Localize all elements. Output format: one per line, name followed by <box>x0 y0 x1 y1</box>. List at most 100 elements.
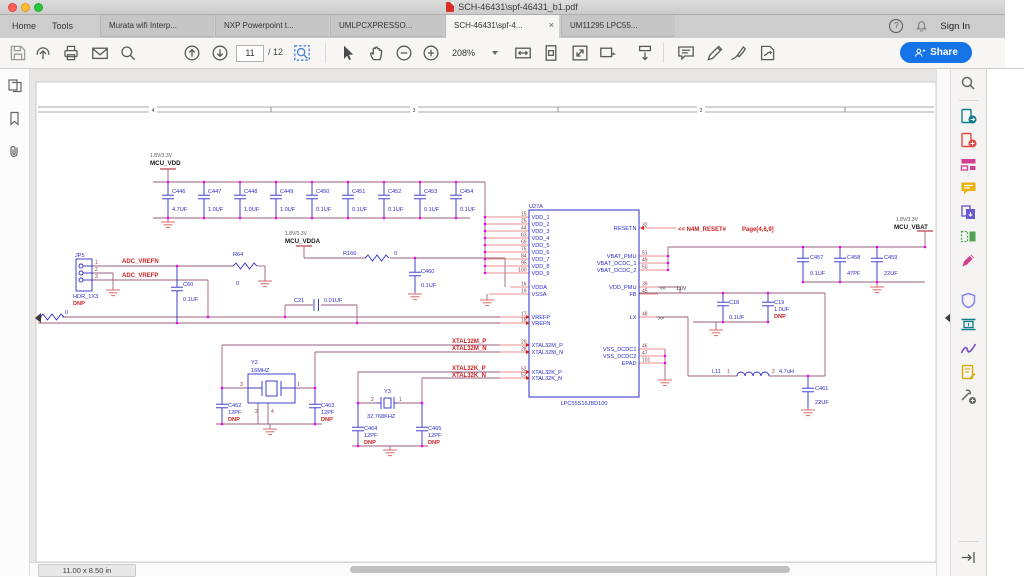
tools-sidebar <box>950 68 986 576</box>
zoom-in-icon[interactable] <box>422 44 440 62</box>
attachments-paperclip-icon[interactable] <box>7 144 22 159</box>
horizontal-scrollbar: 11.00 x 8.50 in <box>30 562 936 576</box>
schematic-text: MCU_VDD <box>150 160 181 167</box>
schematic-text: VDD_3 <box>532 229 550 235</box>
schematic-text: C19 <box>774 300 784 306</box>
expand-panel-arrow-icon[interactable] <box>960 549 977 566</box>
left-panel-strip <box>0 68 30 576</box>
schematic-text: 16 <box>521 282 527 288</box>
share-button[interactable]: Share <box>900 42 972 63</box>
upload-share-icon[interactable] <box>34 44 52 62</box>
schematic-text: C21 <box>294 298 304 304</box>
schematic-text: VDD_4 <box>532 236 550 242</box>
schematic-text: XTAL32M_N <box>452 346 487 352</box>
comment-tool-icon[interactable] <box>960 180 977 197</box>
toolbar-separator <box>325 43 326 63</box>
page-separator: / <box>268 47 271 57</box>
select-tool-icon[interactable] <box>338 44 356 62</box>
sign-pen-icon[interactable] <box>729 44 747 62</box>
schematic-text: 0 <box>394 251 397 257</box>
bookmarks-icon[interactable] <box>7 111 22 126</box>
certificates-signature-icon[interactable] <box>960 340 977 357</box>
email-icon[interactable] <box>91 44 109 62</box>
schematic-text: 32.768KHZ <box>367 414 396 420</box>
tab-tools[interactable]: Tools <box>52 14 73 38</box>
hand-tool-icon[interactable] <box>368 44 386 62</box>
send-track-icon[interactable] <box>758 44 776 62</box>
zoom-out-icon[interactable] <box>395 44 413 62</box>
comment-icon[interactable] <box>677 44 695 62</box>
schematic-text: Y2 <box>251 360 258 366</box>
schematic-text: C453 <box>424 189 437 195</box>
more-tools-icon[interactable] <box>960 388 977 405</box>
schematic-text: 19 <box>521 289 527 295</box>
organize-pages-icon[interactable] <box>960 228 977 245</box>
create-pdf-icon[interactable] <box>960 132 977 149</box>
schematic-text: 16MHZ <box>251 368 270 374</box>
marquee-zoom-icon[interactable] <box>293 44 311 62</box>
doc-tab-murata[interactable]: Murata wifi Interp... <box>100 14 214 37</box>
schematic-text: C448 <box>244 189 257 195</box>
schematic-text: 50 <box>642 265 648 271</box>
zoom-dropdown-caret-icon[interactable] <box>492 51 498 58</box>
save-icon[interactable] <box>9 44 27 62</box>
schematic-text: 100 <box>518 268 527 274</box>
schematic-text: 0.1UF <box>424 207 440 213</box>
schematic-text: VBAT_PMU <box>607 254 637 260</box>
schematic-text: LX <box>630 315 637 321</box>
fill-and-sign-icon[interactable] <box>960 252 977 269</box>
doc-tab-umlpcxpresso[interactable]: UMLPCXPRESSO... <box>330 14 444 37</box>
help-icon[interactable]: ? <box>889 19 903 33</box>
doc-tab-um11295[interactable]: UM11295 LPC55... <box>561 14 675 37</box>
schematic-text: DNP <box>774 314 786 320</box>
schematic-text: XTAL32K_P <box>452 366 486 372</box>
schematic-text: 0.1UF <box>460 207 476 213</box>
collapse-left-panel-arrow-icon[interactable] <box>30 313 41 323</box>
compress-pdf-icon[interactable] <box>960 316 977 333</box>
fit-page-icon[interactable] <box>542 44 560 62</box>
combine-files-icon[interactable] <box>960 204 977 221</box>
schematic-text: C451 <box>352 189 365 195</box>
page-thumbnails-icon[interactable] <box>7 78 22 93</box>
scrolling-mode-icon[interactable] <box>636 44 654 62</box>
schematic-text: 1.0UF <box>244 207 260 213</box>
highlight-pen-icon[interactable] <box>706 44 724 62</box>
schematic-text: 4.7UF <box>172 207 188 213</box>
schematic-text: C452 <box>388 189 401 195</box>
next-page-icon[interactable] <box>211 44 229 62</box>
schematic-text: VDD_1 <box>532 215 550 221</box>
fullscreen-icon[interactable] <box>571 44 589 62</box>
print-icon[interactable] <box>62 44 80 62</box>
schematic-text: DNP <box>73 301 85 307</box>
horizontal-scrollbar-thumb[interactable] <box>350 566 790 573</box>
fit-width-icon[interactable] <box>514 44 532 62</box>
zoom-level-value[interactable]: 208% <box>452 48 475 58</box>
search-icon[interactable] <box>119 44 137 62</box>
schematic-text: DNP <box>428 440 440 446</box>
notifications-bell-icon[interactable] <box>915 20 928 33</box>
schematic-text: 3 <box>240 382 243 388</box>
export-pdf-icon[interactable] <box>960 108 977 125</box>
main-area: 432C4464.7UFC4471.0UFC4481.0UFC4491.0UFC… <box>0 68 1024 576</box>
page-number-input[interactable]: 11 <box>236 45 264 62</box>
previous-page-icon[interactable] <box>183 44 201 62</box>
schematic-text: VDD_6 <box>532 250 550 256</box>
schematic-text: 1.0UF <box>774 307 790 313</box>
request-signatures-icon[interactable] <box>960 364 977 381</box>
doc-tab-sch-46431-active[interactable]: SCH-46431\spf-4... × <box>445 14 559 38</box>
close-tab-icon[interactable]: × <box>549 14 554 37</box>
schematic-text: ADC_VREFP <box>122 273 158 279</box>
schematic-text: 1.8V/3.3V <box>896 217 919 223</box>
doc-tab-nxp-powerpoint[interactable]: NXP Powerpoint t... <box>215 14 329 37</box>
tab-home[interactable]: Home <box>12 14 36 38</box>
sidebar-search-icon[interactable] <box>960 75 977 92</box>
schematic-text: C461 <box>815 386 828 392</box>
edit-pdf-icon[interactable] <box>960 156 977 173</box>
schematic-text: 2 <box>772 369 775 375</box>
protect-shield-icon[interactable] <box>960 292 977 309</box>
toolbar-separator <box>663 43 664 63</box>
schematic-text: 84 <box>521 254 527 260</box>
sign-in-button[interactable]: Sign In <box>940 21 970 32</box>
page-fit-options-icon[interactable] <box>599 44 617 62</box>
schematic-text: 2 <box>700 108 703 114</box>
